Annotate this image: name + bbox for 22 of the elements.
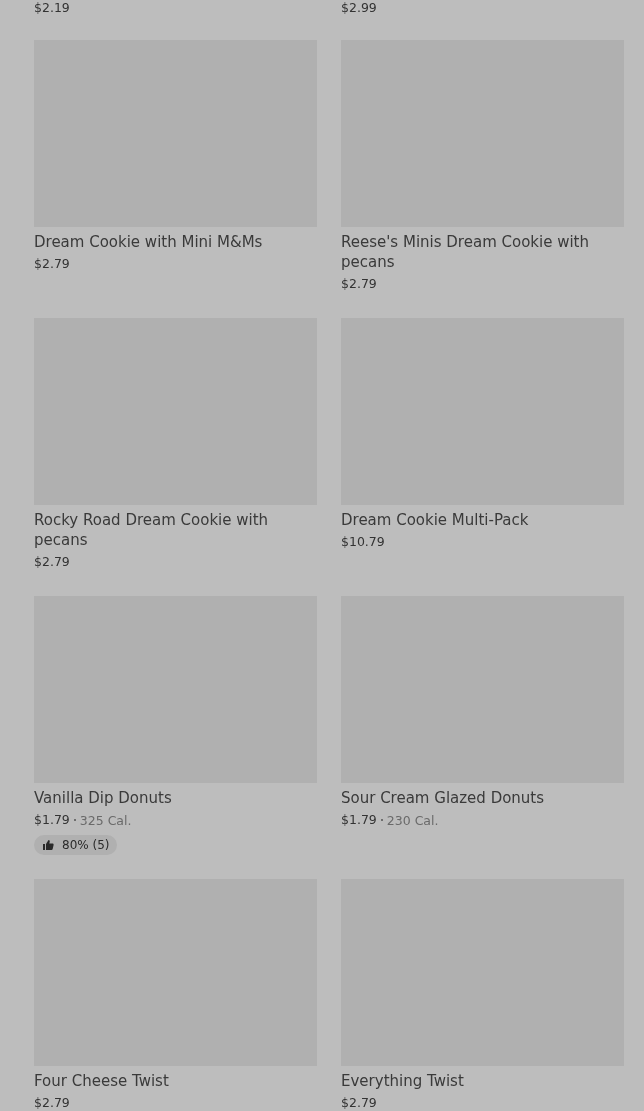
product-name[interactable]: Four Cheese Twist xyxy=(34,1071,169,1091)
product-name[interactable]: Everything Twist xyxy=(341,1071,464,1091)
rating-text: 80% (5) xyxy=(62,838,110,852)
product-name[interactable]: Dream Cookie Multi-Pack xyxy=(341,510,529,530)
price: $2.99 xyxy=(341,0,377,17)
calories: 325 Cal. xyxy=(79,812,132,828)
price: $2.79 xyxy=(34,255,70,273)
price: $10.79 xyxy=(341,533,385,551)
price: $2.79 xyxy=(34,553,70,571)
price: $2.79 xyxy=(341,275,377,293)
price: $2.19 xyxy=(34,0,70,17)
calories: 230 Cal. xyxy=(386,812,439,828)
price: $1.79 xyxy=(34,811,70,829)
price: $1.79 xyxy=(341,811,377,829)
product-name[interactable]: Vanilla Dip Donuts xyxy=(34,788,172,808)
price: $2.79 xyxy=(341,1094,377,1111)
product-name[interactable]: Dream Cookie with Mini M&Ms xyxy=(34,232,263,252)
thumbs-up-icon xyxy=(42,839,54,851)
product-name[interactable]: Reese's Minis Dream Cookie with pecans xyxy=(341,232,624,272)
price: $2.79 xyxy=(34,1094,70,1111)
product-name[interactable]: Rocky Road Dream Cookie with pecans xyxy=(34,510,317,550)
product-name[interactable]: Sour Cream Glazed Donuts xyxy=(341,788,545,808)
